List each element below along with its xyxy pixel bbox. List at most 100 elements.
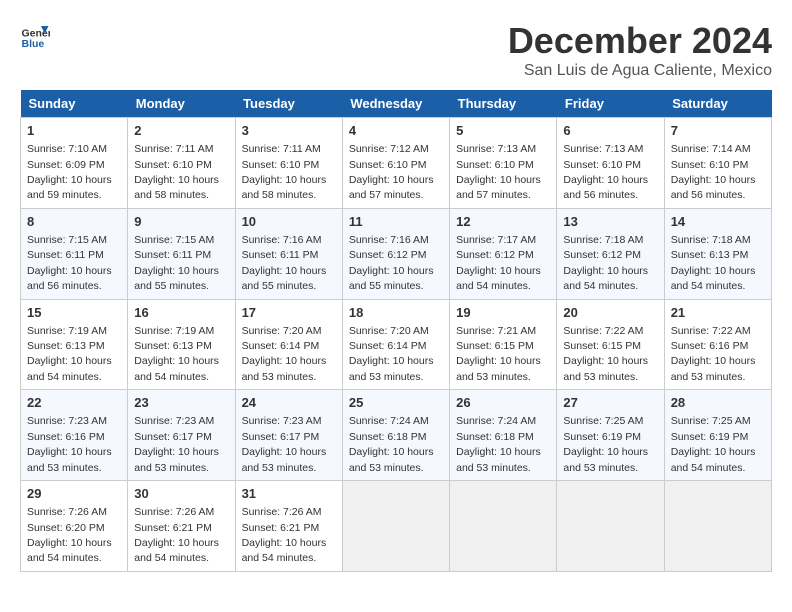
day-cell: 3 Sunrise: 7:11 AMSunset: 6:10 PMDayligh…: [235, 118, 342, 209]
day-cell: 25 Sunrise: 7:24 AMSunset: 6:18 PMDaylig…: [342, 390, 449, 481]
day-number: 29: [27, 485, 121, 503]
day-number: 19: [456, 304, 550, 322]
day-number: 24: [242, 394, 336, 412]
day-info: Sunrise: 7:15 AMSunset: 6:11 PMDaylight:…: [134, 234, 219, 292]
day-number: 31: [242, 485, 336, 503]
header-tuesday: Tuesday: [235, 90, 342, 118]
day-cell: 17 Sunrise: 7:20 AMSunset: 6:14 PMDaylig…: [235, 299, 342, 390]
day-info: Sunrise: 7:19 AMSunset: 6:13 PMDaylight:…: [27, 325, 112, 383]
day-cell: 2 Sunrise: 7:11 AMSunset: 6:10 PMDayligh…: [128, 118, 235, 209]
day-cell: 30 Sunrise: 7:26 AMSunset: 6:21 PMDaylig…: [128, 481, 235, 572]
day-info: Sunrise: 7:21 AMSunset: 6:15 PMDaylight:…: [456, 325, 541, 383]
header-thursday: Thursday: [450, 90, 557, 118]
header-row: SundayMondayTuesdayWednesdayThursdayFrid…: [21, 90, 772, 118]
week-row-5: 29 Sunrise: 7:26 AMSunset: 6:20 PMDaylig…: [21, 481, 772, 572]
day-cell: 31 Sunrise: 7:26 AMSunset: 6:21 PMDaylig…: [235, 481, 342, 572]
svg-text:Blue: Blue: [22, 38, 45, 50]
day-info: Sunrise: 7:18 AMSunset: 6:13 PMDaylight:…: [671, 234, 756, 292]
day-number: 17: [242, 304, 336, 322]
day-cell: 28 Sunrise: 7:25 AMSunset: 6:19 PMDaylig…: [664, 390, 771, 481]
day-number: 9: [134, 213, 228, 231]
day-cell: [342, 481, 449, 572]
day-cell: [557, 481, 664, 572]
day-number: 30: [134, 485, 228, 503]
day-info: Sunrise: 7:17 AMSunset: 6:12 PMDaylight:…: [456, 234, 541, 292]
header-sunday: Sunday: [21, 90, 128, 118]
day-cell: 24 Sunrise: 7:23 AMSunset: 6:17 PMDaylig…: [235, 390, 342, 481]
day-cell: [664, 481, 771, 572]
day-info: Sunrise: 7:18 AMSunset: 6:12 PMDaylight:…: [563, 234, 648, 292]
calendar-table: SundayMondayTuesdayWednesdayThursdayFrid…: [20, 90, 772, 572]
day-number: 22: [27, 394, 121, 412]
day-number: 25: [349, 394, 443, 412]
day-info: Sunrise: 7:23 AMSunset: 6:17 PMDaylight:…: [242, 415, 327, 473]
day-number: 3: [242, 122, 336, 140]
header-saturday: Saturday: [664, 90, 771, 118]
day-info: Sunrise: 7:12 AMSunset: 6:10 PMDaylight:…: [349, 143, 434, 201]
day-cell: 18 Sunrise: 7:20 AMSunset: 6:14 PMDaylig…: [342, 299, 449, 390]
day-cell: 10 Sunrise: 7:16 AMSunset: 6:11 PMDaylig…: [235, 208, 342, 299]
day-cell: 5 Sunrise: 7:13 AMSunset: 6:10 PMDayligh…: [450, 118, 557, 209]
week-row-3: 15 Sunrise: 7:19 AMSunset: 6:13 PMDaylig…: [21, 299, 772, 390]
day-cell: 29 Sunrise: 7:26 AMSunset: 6:20 PMDaylig…: [21, 481, 128, 572]
week-row-2: 8 Sunrise: 7:15 AMSunset: 6:11 PMDayligh…: [21, 208, 772, 299]
day-number: 1: [27, 122, 121, 140]
day-info: Sunrise: 7:24 AMSunset: 6:18 PMDaylight:…: [349, 415, 434, 473]
day-number: 15: [27, 304, 121, 322]
day-info: Sunrise: 7:16 AMSunset: 6:11 PMDaylight:…: [242, 234, 327, 292]
day-cell: 19 Sunrise: 7:21 AMSunset: 6:15 PMDaylig…: [450, 299, 557, 390]
day-cell: 20 Sunrise: 7:22 AMSunset: 6:15 PMDaylig…: [557, 299, 664, 390]
day-cell: 21 Sunrise: 7:22 AMSunset: 6:16 PMDaylig…: [664, 299, 771, 390]
day-info: Sunrise: 7:26 AMSunset: 6:21 PMDaylight:…: [242, 506, 327, 564]
header-friday: Friday: [557, 90, 664, 118]
day-cell: 15 Sunrise: 7:19 AMSunset: 6:13 PMDaylig…: [21, 299, 128, 390]
day-number: 7: [671, 122, 765, 140]
day-number: 28: [671, 394, 765, 412]
header-wednesday: Wednesday: [342, 90, 449, 118]
day-cell: 13 Sunrise: 7:18 AMSunset: 6:12 PMDaylig…: [557, 208, 664, 299]
header-monday: Monday: [128, 90, 235, 118]
day-number: 16: [134, 304, 228, 322]
week-row-1: 1 Sunrise: 7:10 AMSunset: 6:09 PMDayligh…: [21, 118, 772, 209]
day-info: Sunrise: 7:25 AMSunset: 6:19 PMDaylight:…: [563, 415, 648, 473]
day-cell: 1 Sunrise: 7:10 AMSunset: 6:09 PMDayligh…: [21, 118, 128, 209]
day-info: Sunrise: 7:13 AMSunset: 6:10 PMDaylight:…: [456, 143, 541, 201]
day-info: Sunrise: 7:24 AMSunset: 6:18 PMDaylight:…: [456, 415, 541, 473]
day-info: Sunrise: 7:23 AMSunset: 6:16 PMDaylight:…: [27, 415, 112, 473]
day-cell: 6 Sunrise: 7:13 AMSunset: 6:10 PMDayligh…: [557, 118, 664, 209]
title-area: December 2024 San Luis de Agua Caliente,…: [508, 20, 772, 80]
day-cell: 12 Sunrise: 7:17 AMSunset: 6:12 PMDaylig…: [450, 208, 557, 299]
day-cell: 8 Sunrise: 7:15 AMSunset: 6:11 PMDayligh…: [21, 208, 128, 299]
day-info: Sunrise: 7:26 AMSunset: 6:20 PMDaylight:…: [27, 506, 112, 564]
day-cell: 7 Sunrise: 7:14 AMSunset: 6:10 PMDayligh…: [664, 118, 771, 209]
day-number: 4: [349, 122, 443, 140]
location-title: San Luis de Agua Caliente, Mexico: [508, 62, 772, 80]
calendar-header: SundayMondayTuesdayWednesdayThursdayFrid…: [21, 90, 772, 118]
day-info: Sunrise: 7:14 AMSunset: 6:10 PMDaylight:…: [671, 143, 756, 201]
day-info: Sunrise: 7:22 AMSunset: 6:16 PMDaylight:…: [671, 325, 756, 383]
day-number: 5: [456, 122, 550, 140]
day-number: 8: [27, 213, 121, 231]
page-header: General Blue December 2024 San Luis de A…: [20, 20, 772, 80]
day-info: Sunrise: 7:25 AMSunset: 6:19 PMDaylight:…: [671, 415, 756, 473]
day-number: 6: [563, 122, 657, 140]
day-number: 12: [456, 213, 550, 231]
day-cell: 27 Sunrise: 7:25 AMSunset: 6:19 PMDaylig…: [557, 390, 664, 481]
day-number: 23: [134, 394, 228, 412]
logo-icon: General Blue: [20, 20, 50, 50]
day-number: 14: [671, 213, 765, 231]
day-number: 20: [563, 304, 657, 322]
day-cell: 14 Sunrise: 7:18 AMSunset: 6:13 PMDaylig…: [664, 208, 771, 299]
day-number: 2: [134, 122, 228, 140]
day-number: 21: [671, 304, 765, 322]
day-number: 27: [563, 394, 657, 412]
day-cell: 16 Sunrise: 7:19 AMSunset: 6:13 PMDaylig…: [128, 299, 235, 390]
day-number: 26: [456, 394, 550, 412]
day-info: Sunrise: 7:23 AMSunset: 6:17 PMDaylight:…: [134, 415, 219, 473]
day-info: Sunrise: 7:11 AMSunset: 6:10 PMDaylight:…: [242, 143, 327, 201]
day-info: Sunrise: 7:10 AMSunset: 6:09 PMDaylight:…: [27, 143, 112, 201]
day-number: 18: [349, 304, 443, 322]
day-cell: 23 Sunrise: 7:23 AMSunset: 6:17 PMDaylig…: [128, 390, 235, 481]
month-title: December 2024: [508, 20, 772, 62]
day-info: Sunrise: 7:15 AMSunset: 6:11 PMDaylight:…: [27, 234, 112, 292]
